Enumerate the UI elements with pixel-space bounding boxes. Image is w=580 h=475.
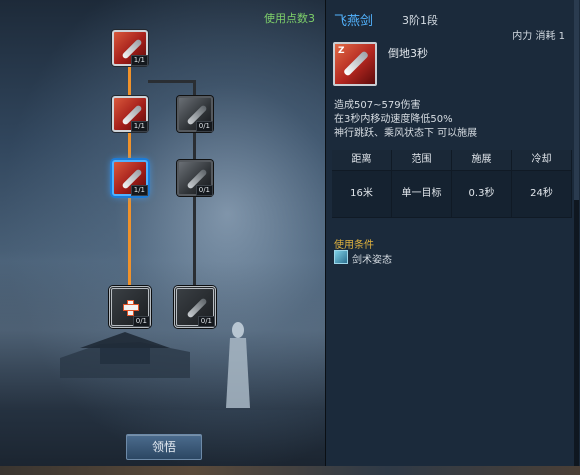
scrollbar[interactable] — [574, 0, 579, 475]
path-right-down-1 — [193, 80, 196, 96]
condition-title: 使用条件 — [334, 240, 374, 251]
skill-icon: Z — [333, 42, 377, 86]
stance-icon — [334, 250, 348, 264]
path-root-right — [148, 80, 194, 83]
node-badge: 0/1 — [132, 316, 150, 327]
hotkey-label: Z — [338, 46, 345, 56]
skill-stats-table: 距离 范围 施展 冷却 16米 单一目标 0.3秒 24秒 — [332, 150, 572, 218]
skill-tree-panel: 使用点数3 1/1 1/1 1/1 0/1 0/1 0/1 0/1 领悟 — [0, 0, 325, 475]
skill-node-left-3[interactable]: 1/1 — [112, 160, 148, 196]
skill-node-left-2[interactable]: 1/1 — [112, 96, 148, 132]
skill-detail-panel: 飞燕剑 3阶1段 内力 消耗 1 Z 倒地3秒 造成507~579伤害 在3秒内… — [325, 0, 580, 475]
node-badge: 0/1 — [195, 121, 213, 132]
node-badge: 0/1 — [195, 185, 213, 196]
path-left-3-4 — [128, 198, 131, 286]
stat-header: 施展 — [452, 150, 511, 170]
skill-desc-line: 在3秒内移动速度降低50% — [334, 114, 453, 125]
skill-rank: 3阶1段 — [402, 14, 438, 27]
skill-node-right-2[interactable]: 0/1 — [177, 96, 213, 132]
sword-icon — [342, 50, 370, 77]
skill-subtitle: 倒地3秒 — [388, 47, 428, 60]
stat-value: 0.3秒 — [452, 171, 511, 217]
skill-node-right-3[interactable]: 0/1 — [177, 160, 213, 196]
skill-name: 飞燕剑 — [334, 14, 374, 29]
scrollbar-thumb[interactable] — [574, 0, 579, 200]
points-used-label: 使用点数3 — [264, 12, 315, 25]
stat-value: 24秒 — [512, 171, 571, 217]
node-badge: 1/1 — [130, 185, 148, 196]
path-root-down — [128, 66, 131, 96]
stat-value: 单一目标 — [392, 171, 451, 217]
skill-node-root[interactable]: 1/1 — [112, 30, 148, 66]
stat-value: 16米 — [332, 171, 391, 217]
path-right-3-4 — [193, 196, 196, 286]
stat-header: 距离 — [332, 150, 391, 170]
path-left-2-3 — [128, 132, 131, 160]
game-hud-strip — [0, 466, 580, 475]
skill-node-right-4[interactable]: 0/1 — [174, 286, 216, 328]
stat-header: 冷却 — [512, 150, 571, 170]
skill-desc-line: 造成507~579伤害 — [334, 100, 421, 111]
skill-window: 使用点数3 1/1 1/1 1/1 0/1 0/1 0/1 0/1 领悟 飞燕剑… — [0, 0, 580, 475]
plus-icon — [123, 300, 139, 316]
skill-node-left-4[interactable]: 0/1 — [109, 286, 151, 328]
skill-desc-line: 神行跳跃、乘风状态下 可以施展 — [334, 128, 478, 139]
stat-header: 范围 — [392, 150, 451, 170]
path-right-2-3 — [193, 132, 196, 160]
condition-text: 剑术姿态 — [352, 255, 392, 266]
node-badge: 0/1 — [197, 316, 215, 327]
character-silhouette — [226, 322, 250, 408]
node-badge: 1/1 — [130, 121, 148, 132]
learn-button[interactable]: 领悟 — [126, 434, 202, 460]
node-badge: 1/1 — [130, 55, 148, 66]
skill-cost: 内力 消耗 1 — [512, 31, 565, 42]
